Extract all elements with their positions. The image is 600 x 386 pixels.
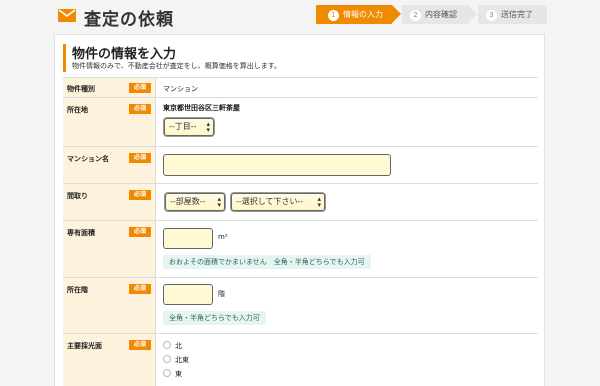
row-orientation: 主要採光面 必須 北 北東 東 [63, 334, 538, 386]
chome-select[interactable]: --丁目-- ▴ ▾ [163, 117, 215, 137]
field-label: 物件種別 [67, 85, 95, 93]
step-label: 送信完了 [501, 10, 533, 19]
section-title: 物件の情報を入力 [72, 47, 177, 62]
area-unit: m² [218, 233, 228, 241]
orientation-option-north[interactable]: 北 [163, 341, 182, 351]
orientation-option-east[interactable]: 東 [163, 369, 182, 379]
rooms-select-value: --部屋数-- [170, 197, 206, 206]
step-label: 内容確認 [425, 10, 457, 19]
value-cell: マンション [156, 78, 538, 97]
envelope-icon [58, 9, 76, 22]
page-title: 査定の依頼 [84, 10, 174, 30]
rooms-select[interactable]: --部屋数-- ▴ ▾ [164, 192, 226, 212]
value-cell: 東京都世田谷区三軒茶屋 --丁目-- ▴ ▾ [156, 98, 538, 146]
area-input[interactable] [163, 228, 213, 249]
step-label: 情報の入力 [343, 10, 383, 19]
label-cell: マンション名 必須 [63, 147, 156, 183]
chome-select-value: --丁目-- [169, 122, 197, 131]
section-subtitle: 物件情報のみで、不動産会社が査定をし、概算価格を算出します。 [72, 62, 282, 70]
required-badge: 必須 [129, 227, 151, 237]
required-badge: 必須 [129, 83, 151, 93]
value-cell: 北 北東 東 [156, 334, 538, 386]
value-cell: --部屋数-- ▴ ▾ --選択して下さい-- ▴ ▾ [156, 184, 538, 220]
floor-hint: 全角・半角どちらでも入力可 [163, 311, 266, 325]
label-cell: 所在地 必須 [63, 98, 156, 146]
required-badge: 必須 [129, 104, 151, 114]
field-label: 所在地 [67, 106, 88, 114]
required-badge: 必須 [129, 340, 151, 350]
progress-steps: 1 情報の入力 2 内容確認 3 送信完了 [316, 5, 547, 24]
label-cell: 所在階 必須 [63, 278, 156, 333]
radio-button[interactable] [163, 341, 171, 349]
required-badge: 必須 [129, 153, 151, 163]
floor-input[interactable] [163, 284, 213, 305]
form-panel: 物件の情報を入力 物件情報のみで、不動産会社が査定をし、概算価格を算出します。 … [54, 34, 545, 386]
step-complete: 3 送信完了 [478, 5, 547, 24]
step-number: 1 [328, 10, 339, 21]
orientation-radio-group: 北 北東 東 [163, 334, 263, 386]
row-location: 所在地 必須 東京都世田谷区三軒茶屋 --丁目-- ▴ ▾ [63, 98, 538, 147]
option-label: 北東 [175, 356, 189, 364]
required-badge: 必須 [129, 190, 151, 200]
step-confirm: 2 内容確認 [402, 5, 477, 24]
label-cell: 主要採光面 必須 [63, 334, 156, 386]
field-label: 所在階 [67, 286, 88, 294]
radio-button[interactable] [163, 369, 171, 377]
option-label: 北 [175, 342, 182, 350]
label-cell: 物件種別 必須 [63, 78, 156, 97]
address-text: 東京都世田谷区三軒茶屋 [163, 104, 240, 112]
step-number: 2 [410, 10, 421, 21]
property-form: 物件種別 必須 マンション 所在地 必須 東京都世田谷区三軒茶屋 --丁目-- … [63, 77, 538, 386]
value-cell: 階 全角・半角どちらでも入力可 [156, 278, 538, 333]
row-property-type: 物件種別 必須 マンション [63, 78, 538, 98]
layout-type-select[interactable]: --選択して下さい-- ▴ ▾ [230, 192, 326, 212]
row-mansion-name: マンション名 必須 [63, 147, 538, 184]
select-arrows-icon: ▴ ▾ [317, 195, 321, 209]
step-input: 1 情報の入力 [316, 5, 401, 24]
value-cell [156, 147, 538, 183]
field-label: 専有面積 [67, 229, 95, 237]
select-arrows-icon: ▴ ▾ [206, 120, 210, 134]
area-hint: おおよその面積でかまいません 全角・半角どちらでも入力可 [163, 255, 371, 269]
orientation-option-northeast[interactable]: 北東 [163, 355, 189, 365]
section-accent-bar [63, 44, 66, 72]
row-area: 専有面積 必須 m² おおよその面積でかまいません 全角・半角どちらでも入力可 [63, 221, 538, 278]
field-label: 間取り [67, 192, 88, 200]
floor-unit: 階 [218, 290, 225, 298]
required-badge: 必須 [129, 284, 151, 294]
layout-type-select-value: --選択して下さい-- [236, 197, 304, 206]
option-label: 東 [175, 370, 182, 378]
select-arrows-icon: ▴ ▾ [217, 195, 221, 209]
label-cell: 間取り 必須 [63, 184, 156, 220]
row-layout: 間取り 必須 --部屋数-- ▴ ▾ --選択して下さい-- ▴ ▾ [63, 184, 538, 221]
header-bar: 査定の依頼 1 情報の入力 2 内容確認 3 送信完了 [0, 0, 600, 34]
mansion-name-input[interactable] [163, 154, 391, 176]
property-type-value: マンション [163, 85, 198, 93]
field-label: 主要採光面 [67, 342, 102, 350]
radio-button[interactable] [163, 355, 171, 363]
row-floor: 所在階 必須 階 全角・半角どちらでも入力可 [63, 278, 538, 334]
value-cell: m² おおよその面積でかまいません 全角・半角どちらでも入力可 [156, 221, 538, 277]
label-cell: 専有面積 必須 [63, 221, 156, 277]
field-label: マンション名 [67, 155, 109, 163]
step-number: 3 [486, 10, 497, 21]
